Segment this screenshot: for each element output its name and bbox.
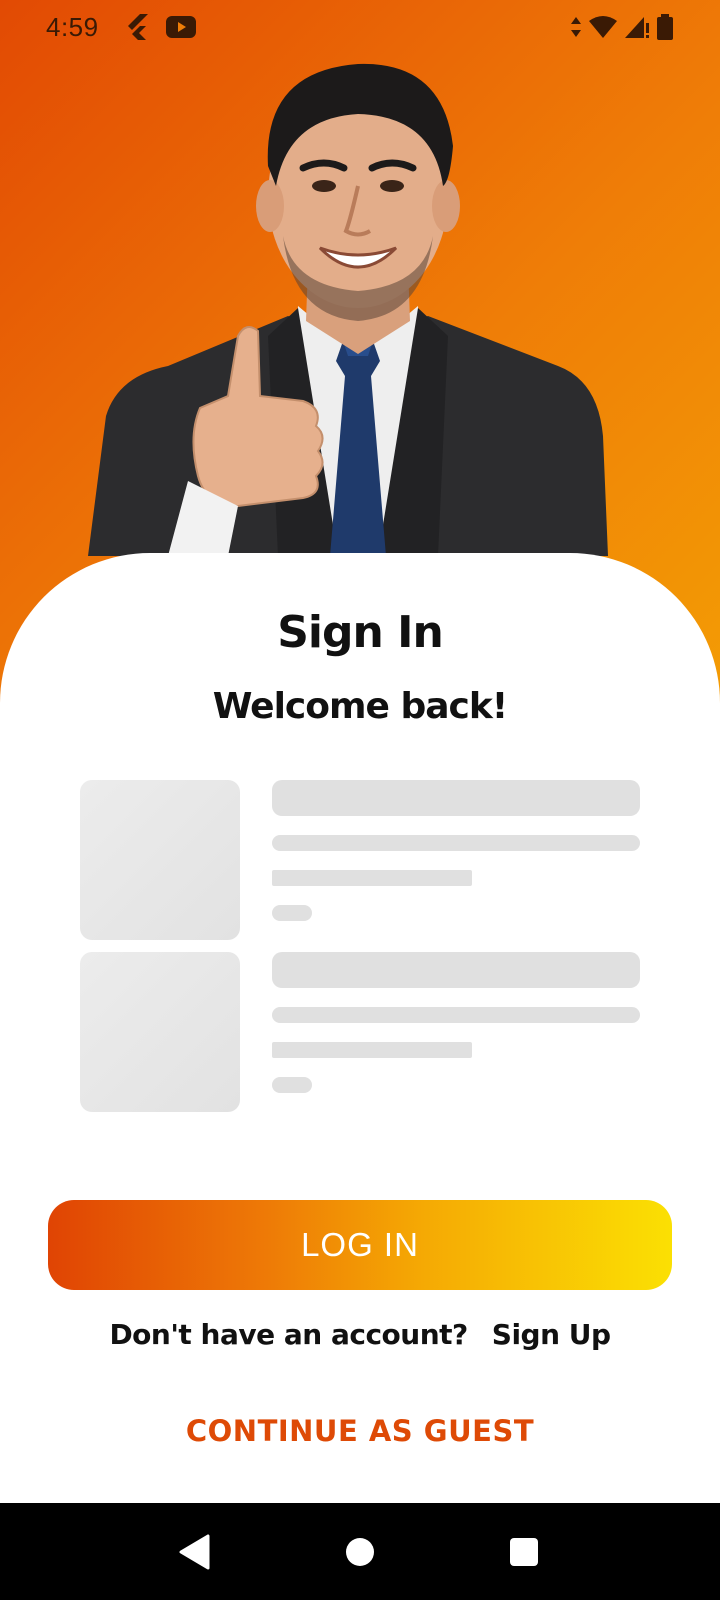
hero-businessman-image (88, 36, 628, 556)
signup-prompt: Don't have an account? (109, 1318, 468, 1351)
skeleton-line (272, 905, 312, 921)
status-system-icons (570, 13, 674, 41)
status-bar: 4:59 (0, 0, 720, 54)
login-button[interactable]: LOG IN (48, 1200, 672, 1290)
signup-link[interactable]: Sign Up (492, 1318, 611, 1351)
data-arrows-icon (570, 16, 582, 38)
navigation-bar (0, 1503, 720, 1600)
skeleton-item (80, 952, 640, 1112)
signal-icon (624, 15, 650, 39)
skeleton-line (272, 952, 640, 988)
skeleton-line (272, 1042, 472, 1058)
continue-as-guest-button[interactable]: CONTINUE AS GUEST (0, 1414, 720, 1448)
skeleton-line (272, 870, 472, 886)
flutter-icon (125, 13, 151, 41)
page-title: Sign In (277, 607, 444, 658)
back-icon[interactable] (172, 1529, 218, 1575)
status-time: 4:59 (46, 11, 99, 42)
screen: 4:59 Sign In Welcome back! LOG IN Don't … (0, 0, 720, 1600)
skeleton-line (272, 780, 640, 816)
skeleton-thumbnail (80, 952, 240, 1112)
signup-row: Don't have an account? Sign Up (0, 1318, 720, 1351)
recents-icon[interactable] (501, 1529, 547, 1575)
youtube-icon (165, 15, 197, 39)
skeleton-thumbnail (80, 780, 240, 940)
skeleton-item (80, 780, 640, 940)
battery-icon (656, 13, 674, 41)
skeleton-line (272, 1077, 312, 1093)
skeleton-line (272, 1007, 640, 1023)
home-icon[interactable] (337, 1529, 383, 1575)
page-subtitle: Welcome back! (212, 686, 508, 727)
skeleton-line (272, 835, 640, 851)
wifi-icon (588, 15, 618, 39)
status-notification-icons (125, 13, 197, 41)
